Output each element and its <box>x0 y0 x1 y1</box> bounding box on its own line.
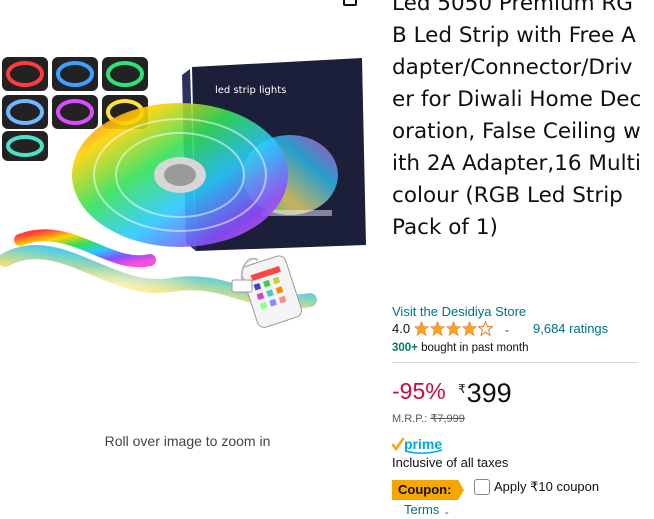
star-full-icon <box>446 321 462 336</box>
product-title: Led 5050 Premium RGB Led Strip with Free… <box>392 0 642 240</box>
bought-count: 300+ <box>392 342 418 354</box>
mrp-value: ₹7,999 <box>430 413 465 425</box>
mrp: M.R.P.: ₹7,999 <box>392 412 465 425</box>
store-link[interactable]: Visit the Desidiya Store <box>392 304 526 319</box>
coupon-badge: Coupon: <box>392 480 465 500</box>
bought-text: bought in past month <box>421 342 529 354</box>
share-icon[interactable] <box>343 0 357 6</box>
ratings-count-link[interactable]: 9,684 ratings <box>533 321 608 336</box>
taxes-note: Inclusive of all taxes <box>392 455 509 470</box>
box-label: led strip lights <box>215 85 286 96</box>
star-full-icon <box>430 321 446 336</box>
prime-label: prime <box>404 436 442 452</box>
currency-symbol: ₹ <box>458 382 466 396</box>
coupon-apply-text[interactable]: Apply ₹10 coupon <box>494 479 599 495</box>
star-rating[interactable] <box>414 321 494 336</box>
discount-percent: -95% <box>392 378 446 404</box>
price-value: 399 <box>466 378 512 408</box>
zoom-hint: Roll over image to zoom in <box>104 433 271 449</box>
star-full-icon <box>414 321 430 336</box>
coupon-checkbox[interactable] <box>474 479 490 495</box>
bought-in-past-month: 300+ bought in past month <box>392 342 529 354</box>
product-image[interactable]: led strip lights <box>0 55 370 330</box>
coupon-terms[interactable]: Terms ⌄ <box>404 502 450 517</box>
product-image-graphic: led strip lights <box>0 57 366 328</box>
chevron-down-icon[interactable]: ⌄ <box>503 324 511 335</box>
chevron-down-icon: ⌄ <box>443 507 451 516</box>
price: ₹ 399 <box>458 378 512 409</box>
mrp-label: M.R.P.: <box>392 413 428 425</box>
prime-logo: prime <box>392 436 442 454</box>
star-full-icon <box>462 321 478 336</box>
rating-value: 4.0 <box>392 321 411 336</box>
rating-row[interactable]: 4.0 ⌄ <box>392 321 511 336</box>
terms-label[interactable]: Terms <box>404 502 439 517</box>
star-empty-icon <box>478 321 494 336</box>
divider <box>392 362 638 363</box>
